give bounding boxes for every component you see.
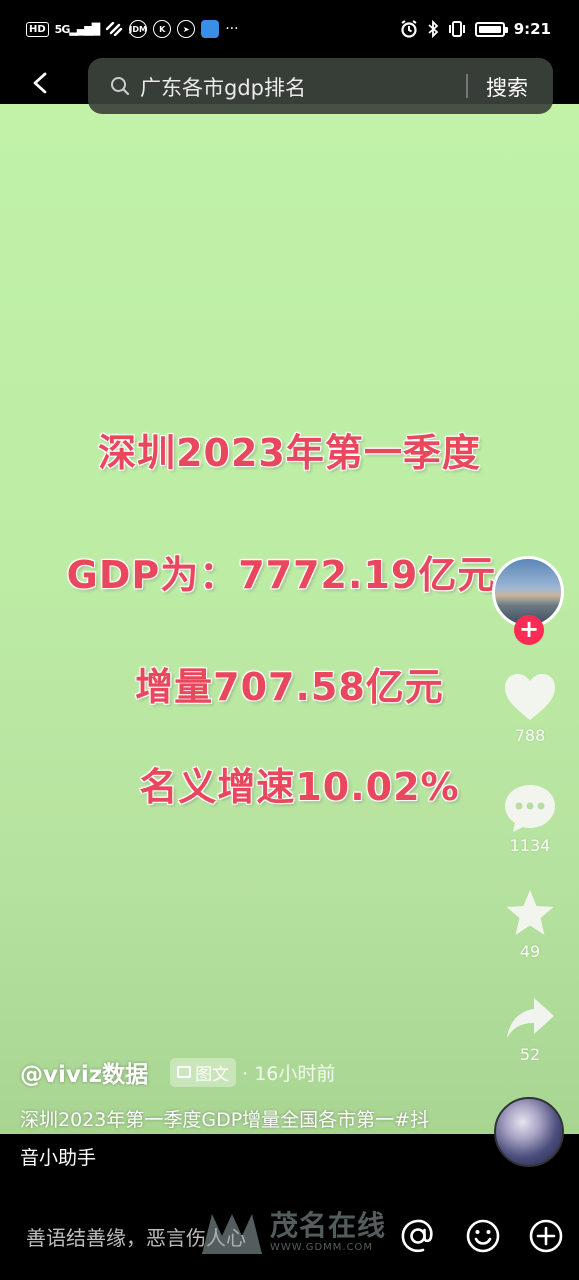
post-image[interactable]: 深圳2023年第一季度 GDP为：7772.19亿元 增量707.58亿元 名义… xyxy=(0,104,579,1134)
like-count: 788 xyxy=(514,726,546,745)
share-count: 52 xyxy=(519,1045,541,1064)
author-name[interactable]: @viviz数据 xyxy=(20,1055,148,1089)
favorite-count: 49 xyxy=(519,942,541,961)
tag-label: 图文 xyxy=(195,1064,230,1085)
image-text-tag: 图文 xyxy=(170,1057,237,1087)
signal-icon: 5G▂▄▆█ xyxy=(54,22,101,36)
emoji-icon[interactable] xyxy=(463,1216,503,1256)
star-icon xyxy=(506,890,554,935)
bluetooth-icon xyxy=(428,20,439,38)
share-arrow-icon xyxy=(507,998,554,1038)
vibrate-icon xyxy=(448,21,465,37)
favorite-button[interactable]: 49 xyxy=(495,888,565,961)
k-app-icon: K xyxy=(153,20,172,38)
gallery-icon xyxy=(177,1066,192,1078)
status-bar: HD 5G▂▄▆█ JDM K ➤ ··· 9:21 xyxy=(0,0,579,62)
comment-button[interactable]: 1134 xyxy=(495,782,565,855)
back-arrow-icon[interactable] xyxy=(30,72,52,94)
overlay-line-2: GDP为：7772.19亿元 xyxy=(66,553,497,597)
watermark-url: WWW.GDMM.COM xyxy=(270,1241,374,1253)
at-mention-icon[interactable] xyxy=(398,1216,438,1256)
post-time: · 16小时前 xyxy=(242,1062,336,1085)
jdm-app-icon: JDM xyxy=(129,20,148,38)
like-button[interactable]: 788 xyxy=(495,672,565,745)
follow-button[interactable]: + xyxy=(514,615,544,645)
status-time: 9:21 xyxy=(513,20,551,38)
search-divider xyxy=(466,74,468,98)
blue-app-icon xyxy=(201,20,220,38)
app-icon: ➤ xyxy=(177,20,196,38)
share-button[interactable]: 52 xyxy=(495,995,565,1064)
comment-count: 1134 xyxy=(509,836,551,855)
heart-icon xyxy=(505,674,555,720)
comment-icon xyxy=(505,785,555,832)
wifi-icon xyxy=(106,22,123,36)
watermark-logo xyxy=(202,1214,262,1254)
search-button[interactable]: 搜索 xyxy=(486,72,528,102)
alarm-icon xyxy=(401,20,417,38)
post-meta: @viviz数据 图文 · 16小时前 xyxy=(20,1055,335,1089)
overlay-line-1: 深圳2023年第一季度 xyxy=(98,431,481,475)
hd-badge: HD xyxy=(26,21,49,37)
overlay-line-3: 增量707.58亿元 xyxy=(135,665,444,709)
watermark-brand: 茂名在线 xyxy=(270,1208,387,1242)
search-bar[interactable]: 广东各市gdp排名 搜索 xyxy=(88,58,553,114)
add-icon[interactable] xyxy=(526,1216,566,1256)
battery-icon xyxy=(474,21,508,37)
search-icon xyxy=(111,77,130,96)
post-description[interactable]: 深圳2023年第一季度GDP增量全国各市第一#抖音小助手 xyxy=(20,1101,440,1177)
music-disc-avatar[interactable] xyxy=(494,1097,564,1167)
watermark: 茂名在线 WWW.GDMM.COM xyxy=(200,1206,386,1256)
more-dots: ··· xyxy=(225,21,239,37)
search-input[interactable]: 广东各市gdp排名 xyxy=(140,72,306,102)
overlay-line-4: 名义增速10.02% xyxy=(139,765,460,809)
